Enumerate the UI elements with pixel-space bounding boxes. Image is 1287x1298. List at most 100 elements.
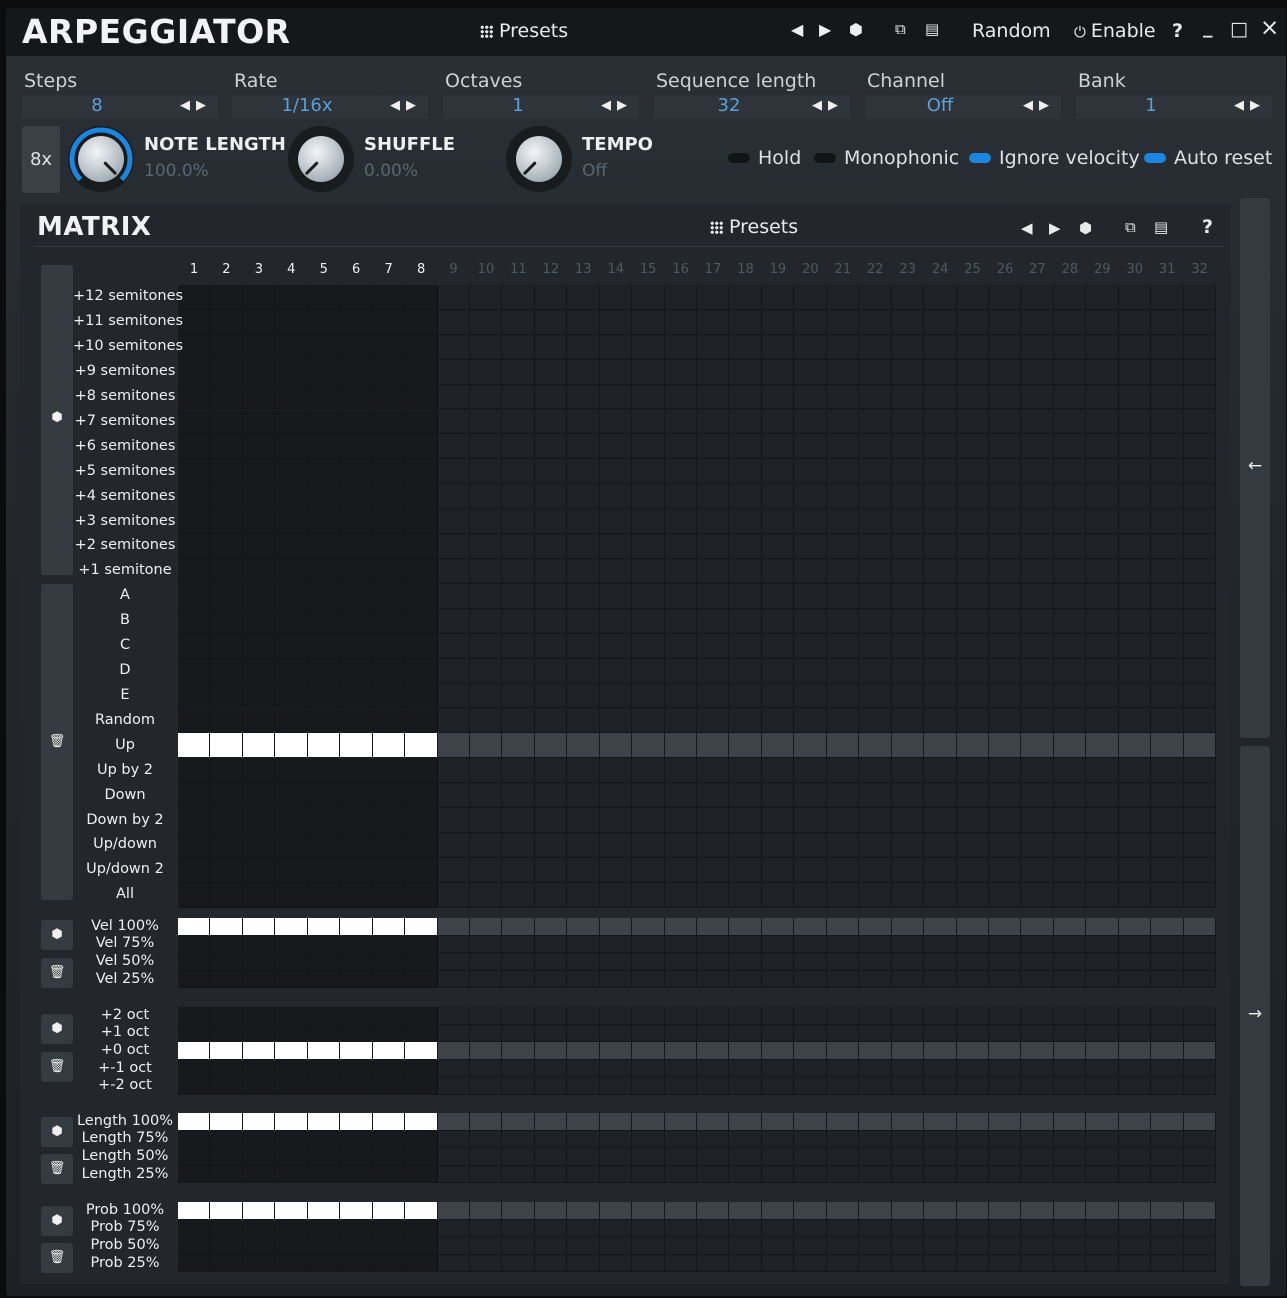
matrix-cell[interactable] <box>697 1024 730 1043</box>
matrix-cell[interactable] <box>1053 1237 1087 1255</box>
matrix-cell[interactable] <box>1183 857 1217 883</box>
matrix-cell[interactable] <box>794 1148 827 1166</box>
matrix-cell[interactable] <box>956 1165 989 1184</box>
matrix-cell[interactable] <box>859 808 892 833</box>
matrix-cell[interactable] <box>178 808 211 833</box>
matrix-cell[interactable] <box>275 758 308 784</box>
matrix-cell[interactable] <box>1151 658 1184 684</box>
matrix-cell[interactable] <box>924 1077 957 1095</box>
matrix-cell[interactable] <box>1086 1042 1119 1060</box>
matrix-cell[interactable] <box>502 1219 535 1238</box>
matrix-cell[interactable] <box>437 918 470 936</box>
matrix-cell[interactable] <box>242 1042 276 1060</box>
matrix-cell[interactable] <box>534 633 568 659</box>
matrix-cell[interactable] <box>956 534 989 559</box>
matrix-cell[interactable] <box>275 1113 308 1131</box>
matrix-cell[interactable] <box>599 484 633 510</box>
matrix-cell[interactable] <box>1151 309 1184 335</box>
matrix-cell[interactable] <box>599 459 633 485</box>
matrix-cell[interactable] <box>1053 918 1087 936</box>
matrix-cell[interactable] <box>891 1237 925 1255</box>
matrix-cell[interactable] <box>729 359 762 385</box>
matrix-cell[interactable] <box>242 857 276 883</box>
matrix-cell[interactable] <box>1183 384 1217 410</box>
matrix-cell[interactable] <box>697 1130 730 1149</box>
matrix-cell[interactable] <box>307 953 341 971</box>
matrix-cell[interactable] <box>826 1254 860 1273</box>
matrix-cell[interactable] <box>1086 918 1119 936</box>
matrix-cell[interactable] <box>307 808 341 833</box>
matrix-cell[interactable] <box>242 1130 276 1149</box>
matrix-cell[interactable] <box>697 1059 730 1078</box>
matrix-cell[interactable] <box>1118 633 1152 659</box>
matrix-cell[interactable] <box>989 1059 1022 1078</box>
matrix-cell[interactable] <box>632 608 665 634</box>
matrix-cell[interactable] <box>599 882 633 908</box>
matrix-cell[interactable] <box>1086 459 1119 485</box>
matrix-cell[interactable] <box>275 1007 308 1025</box>
matrix-cell[interactable] <box>567 359 600 385</box>
matrix-cell[interactable] <box>859 833 892 858</box>
matrix-cell[interactable] <box>340 1042 373 1060</box>
matrix-cell[interactable] <box>794 1165 827 1184</box>
matrix-cell[interactable] <box>210 459 243 485</box>
knob[interactable] <box>68 126 134 192</box>
matrix-cell[interactable] <box>307 633 341 659</box>
matrix-cell[interactable] <box>567 1059 600 1078</box>
matrix-cell[interactable] <box>210 484 243 510</box>
matrix-cell[interactable] <box>340 808 373 833</box>
matrix-cell[interactable] <box>989 783 1022 809</box>
matrix-cell[interactable] <box>794 359 827 385</box>
matrix-cell[interactable] <box>340 1254 373 1273</box>
matrix-cell[interactable] <box>794 534 827 559</box>
matrix-cell[interactable] <box>1053 484 1087 510</box>
matrix-cell[interactable] <box>664 1059 698 1078</box>
matrix-cell[interactable] <box>956 658 989 684</box>
matrix-cell[interactable] <box>178 683 211 709</box>
matrix-cell[interactable] <box>891 434 925 460</box>
matrix-cell[interactable] <box>891 918 925 936</box>
matrix-cell[interactable] <box>1151 1254 1184 1273</box>
matrix-cell[interactable] <box>1021 633 1054 659</box>
matrix-cell[interactable] <box>1118 608 1152 634</box>
matrix-cell[interactable] <box>924 1113 957 1131</box>
matrix-cell[interactable] <box>989 683 1022 709</box>
matrix-cell[interactable] <box>1151 633 1184 659</box>
param-field[interactable]: 8 ◀▶ <box>22 95 218 119</box>
matrix-cell[interactable] <box>891 658 925 684</box>
matrix-cell[interactable] <box>502 708 535 734</box>
matrix-cell[interactable] <box>761 783 795 809</box>
matrix-cell[interactable] <box>729 434 762 460</box>
matrix-cell[interactable] <box>502 683 535 709</box>
matrix-cell[interactable] <box>405 1130 438 1149</box>
matrix-cell[interactable] <box>632 584 665 609</box>
matrix-cell[interactable] <box>1118 509 1152 534</box>
matrix-cell[interactable] <box>1183 608 1217 634</box>
matrix-cell[interactable] <box>405 1077 438 1095</box>
matrix-cell[interactable] <box>502 970 535 989</box>
matrix-cell[interactable] <box>632 683 665 709</box>
matrix-cell[interactable] <box>210 708 243 734</box>
matrix-cell[interactable] <box>502 309 535 335</box>
matrix-cell[interactable] <box>405 783 438 809</box>
matrix-cell[interactable] <box>1118 683 1152 709</box>
matrix-cell[interactable] <box>924 434 957 460</box>
matrix-cell[interactable] <box>924 658 957 684</box>
matrix-cell[interactable] <box>372 1148 406 1166</box>
matrix-cell[interactable] <box>859 534 892 559</box>
section-trash-button[interactable]: 🗑 <box>41 958 73 988</box>
matrix-cell[interactable] <box>437 1148 470 1166</box>
matrix-cell[interactable] <box>924 334 957 360</box>
matrix-help-button[interactable]: ? <box>1202 216 1213 238</box>
matrix-cell[interactable] <box>1118 584 1152 609</box>
mode-side-button[interactable]: 🗑 <box>41 584 73 900</box>
matrix-cell[interactable] <box>405 708 438 734</box>
matrix-cell[interactable] <box>567 484 600 510</box>
matrix-cell[interactable] <box>989 1254 1022 1273</box>
matrix-cell[interactable] <box>210 918 243 936</box>
matrix-cell[interactable] <box>924 509 957 534</box>
matrix-cell[interactable] <box>534 783 568 809</box>
matrix-cell[interactable] <box>891 1130 925 1149</box>
matrix-cell[interactable] <box>1021 758 1054 784</box>
matrix-cell[interactable] <box>729 309 762 335</box>
